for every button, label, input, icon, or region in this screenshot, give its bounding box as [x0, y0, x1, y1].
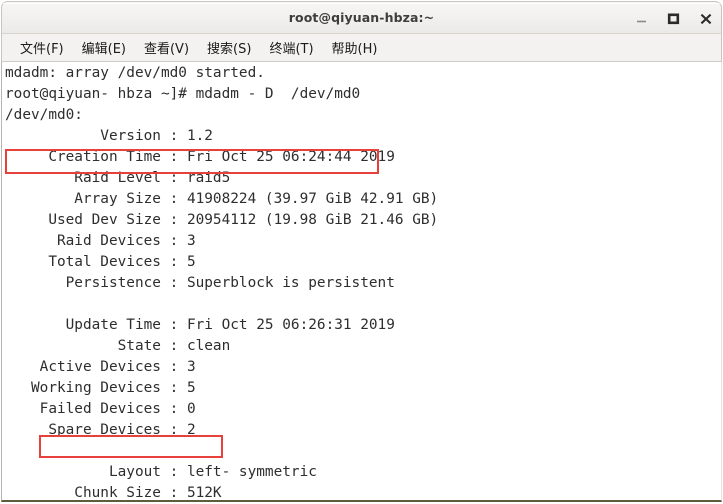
menubar: 文件(F) 编辑(E) 查看(V) 搜索(S) 终端(T) 帮助(H)	[1, 34, 722, 62]
terminal-line: Failed Devices : 0	[5, 401, 196, 417]
terminal-line: Persistence : Superblock is persistent	[5, 275, 395, 291]
window-title: root@qiyuan-hbza:~	[288, 10, 435, 25]
terminal-line: Active Devices : 3	[5, 359, 196, 375]
terminal-line: Working Devices : 5	[5, 380, 196, 396]
terminal-line: Version : 1.2	[5, 128, 213, 144]
menu-item-terminal[interactable]: 终端(T)	[260, 35, 322, 61]
terminal-window: root@qiyuan-hbza:~ 文件(F) 编辑(E) 查看(V) 搜索(…	[0, 1, 723, 504]
terminal-line: /dev/md0:	[5, 107, 83, 123]
minimize-button[interactable]	[634, 11, 649, 26]
menu-item-file[interactable]: 文件(F)	[11, 35, 73, 61]
terminal-line: Creation Time : Fri Oct 25 06:24:44 2019	[5, 149, 395, 165]
terminal-line: Spare Devices : 2	[5, 422, 196, 438]
menu-item-view[interactable]: 查看(V)	[135, 35, 198, 61]
terminal-line: root@qiyuan- hbza ~]# mdadm - D /dev/md0	[5, 86, 361, 102]
terminal-screen[interactable]: mdadm: array /dev/md0 started. root@qiyua…	[5, 63, 721, 500]
terminal-line: Used Dev Size : 20954112 (19.98 GiB 21.4…	[5, 212, 439, 228]
maximize-button[interactable]	[666, 11, 681, 26]
terminal-line: Total Devices : 5	[5, 254, 196, 270]
terminal-line: Raid Devices : 3	[5, 233, 196, 249]
close-button[interactable]	[698, 11, 713, 26]
terminal-line: Chunk Size : 512K	[5, 485, 222, 501]
titlebar[interactable]: root@qiyuan-hbza:~	[1, 1, 722, 34]
terminal-line: mdadm: array /dev/md0 started.	[5, 65, 265, 81]
menu-item-search[interactable]: 搜索(S)	[198, 35, 260, 61]
terminal-line: Raid Level : raid5	[5, 170, 231, 186]
terminal-output-area[interactable]: mdadm: array /dev/md0 started. root@qiyua…	[1, 62, 722, 502]
terminal-line: Layout : left- symmetric	[5, 464, 317, 480]
terminal-line: Array Size : 41908224 (39.97 GiB 42.91 G…	[5, 191, 439, 207]
terminal-line: Update Time : Fri Oct 25 06:26:31 2019	[5, 317, 395, 333]
menu-item-edit[interactable]: 编辑(E)	[73, 35, 135, 61]
menu-item-help[interactable]: 帮助(H)	[323, 35, 387, 61]
terminal-line: State : clean	[5, 338, 231, 354]
window-controls	[634, 2, 713, 35]
